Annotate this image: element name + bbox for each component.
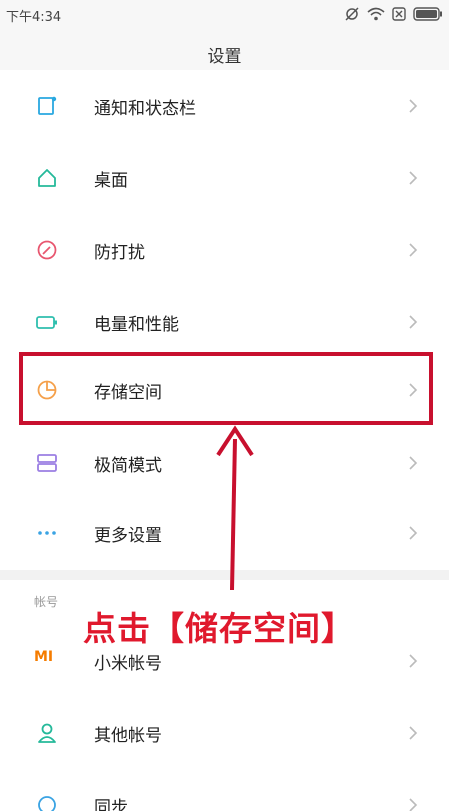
page-title: 设置 (207, 47, 242, 67)
chevron-right-icon (409, 798, 418, 811)
person-icon (38, 723, 56, 743)
chevron-right-icon (409, 526, 418, 540)
settings-item-label: 防打扰 (94, 243, 145, 263)
settings-screen: 下午4:34 设置 通知和状态栏 桌面 防打扰 电量和性能 存储空间 极简模式 … (0, 0, 449, 811)
sync-icon (38, 796, 56, 811)
status-bar: 下午4:34 (0, 0, 449, 30)
battery-status-icon (413, 7, 442, 21)
status-time: 下午4:34 (6, 10, 62, 25)
home-icon (38, 169, 56, 187)
settings-item-notification[interactable]: 通知和状态栏 (0, 70, 449, 142)
settings-item-label: 极简模式 (94, 456, 162, 476)
settings-item-label: 同步 (94, 798, 128, 811)
status-icons (344, 4, 443, 24)
rotation-lock-icon (345, 7, 359, 21)
wifi-icon (367, 7, 385, 21)
annotation-arrow-icon (216, 425, 254, 591)
do-not-disturb-icon (37, 240, 57, 260)
settings-item-label: 通知和状态栏 (94, 99, 196, 119)
sim-card-icon (392, 7, 406, 21)
settings-item-other-accounts[interactable]: 其他帐号 (0, 697, 449, 769)
chevron-right-icon (409, 456, 418, 470)
chevron-right-icon (409, 654, 418, 668)
settings-item-label: 其他帐号 (94, 726, 162, 746)
settings-item-label: 小米帐号 (94, 654, 162, 674)
settings-item-label: 桌面 (94, 171, 128, 191)
settings-item-do-not-disturb[interactable]: 防打扰 (0, 214, 449, 286)
storage-highlight-box (19, 352, 433, 425)
settings-item-label: 更多设置 (94, 526, 162, 546)
mi-logo-icon: MI (34, 649, 54, 665)
annotation-text: 点击【储存空间】 (83, 609, 355, 648)
notification-icon (38, 96, 57, 115)
settings-item-label: 电量和性能 (94, 315, 179, 335)
settings-item-desktop[interactable]: 桌面 (0, 142, 449, 214)
more-icon (38, 531, 56, 535)
section-title-accounts: 帐号 (34, 595, 59, 609)
battery-icon (36, 316, 57, 329)
chevron-right-icon (409, 99, 418, 113)
settings-item-sync[interactable]: 同步 (0, 769, 449, 811)
settings-item-battery[interactable]: 电量和性能 (0, 286, 449, 358)
chevron-right-icon (409, 243, 418, 257)
chevron-right-icon (409, 171, 418, 185)
simple-mode-icon (37, 454, 57, 472)
chevron-right-icon (409, 315, 418, 329)
chevron-right-icon (409, 726, 418, 740)
